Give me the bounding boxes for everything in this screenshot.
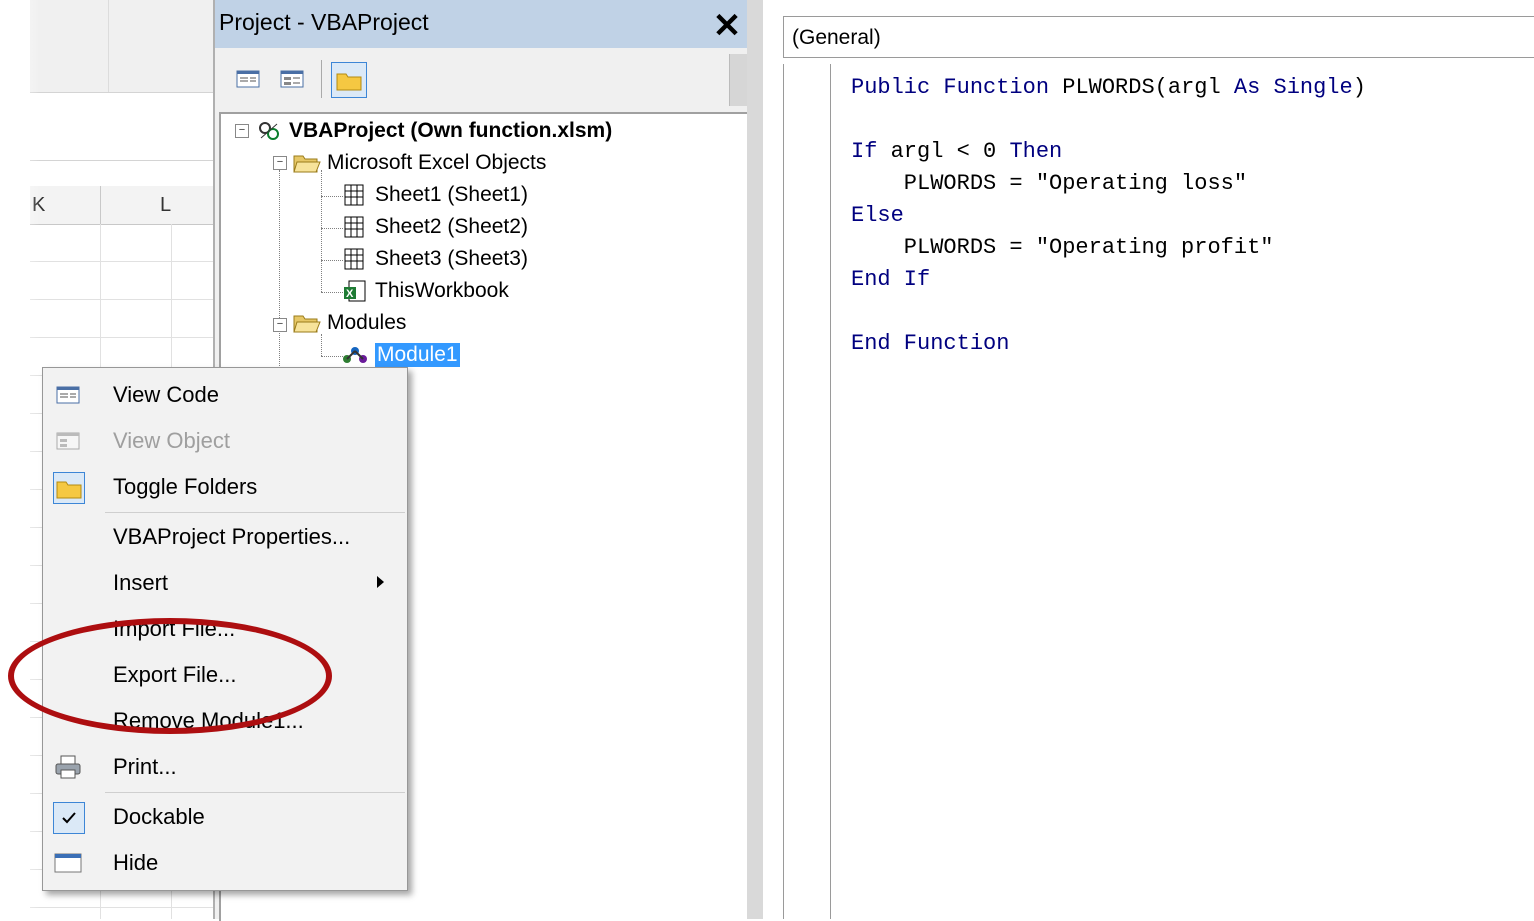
excel-formula-bar[interactable]: [30, 112, 213, 161]
menu-label: Insert: [113, 570, 169, 595]
view-object-icon: [53, 426, 83, 456]
tree-item-vbaproject[interactable]: VBAProject (Own function.xlsm): [255, 116, 612, 146]
menu-label: View Object: [113, 428, 230, 453]
window-icon: [53, 848, 83, 878]
excel-workbook-icon: X: [341, 279, 369, 303]
column-header-l[interactable]: L: [160, 194, 171, 217]
tree-label-module1: Module1: [375, 343, 460, 367]
menu-item-view-code[interactable]: View Code: [43, 373, 407, 417]
code-margin-indicator-bar[interactable]: [783, 64, 831, 919]
menu-item-view-object[interactable]: View Object: [43, 419, 407, 463]
close-icon[interactable]: ✕: [709, 7, 745, 45]
menu-item-print[interactable]: Print...: [43, 745, 407, 789]
collapse-toggle-root[interactable]: −: [235, 124, 249, 138]
toggle-folders-icon: [336, 73, 362, 91]
tree-item-module1[interactable]: Module1: [341, 340, 460, 370]
tree-label-thisworkbook: ThisWorkbook: [375, 279, 509, 302]
svg-text:X: X: [346, 288, 354, 300]
tree-label-excel-objects: Microsoft Excel Objects: [327, 151, 547, 174]
object-dropdown-value: (General): [792, 26, 881, 49]
project-explorer-title-bar[interactable]: Project - VBAProject ✕: [215, 0, 749, 48]
view-object-icon: [280, 70, 304, 88]
excel-column-headers: K L: [30, 186, 213, 225]
object-dropdown[interactable]: (General): [783, 16, 1534, 58]
open-folder-icon: [293, 311, 321, 335]
project-explorer-title: Project - VBAProject: [219, 9, 429, 35]
collapse-toggle-modules[interactable]: −: [273, 318, 287, 332]
worksheet-icon: [341, 215, 369, 239]
tree-item-sheet3[interactable]: Sheet3 (Sheet3): [341, 244, 528, 274]
code-line: End If: [851, 267, 931, 292]
tree-label-root: VBAProject (Own function.xlsm): [289, 119, 613, 142]
tree-item-modules-folder[interactable]: Modules: [293, 308, 406, 338]
code-window: (General) Public Function PLWORDS(argl A…: [747, 0, 1534, 919]
menu-label: Dockable: [113, 804, 205, 829]
code-line: End Function: [851, 331, 1010, 356]
menu-label: View Code: [113, 382, 219, 407]
printer-icon: [53, 752, 83, 782]
menu-item-hide[interactable]: Hide: [43, 841, 407, 885]
menu-item-dockable[interactable]: Dockable: [43, 795, 407, 839]
menu-label: Hide: [113, 850, 159, 875]
checkmark-icon: [53, 802, 85, 834]
tree-label-sheet3: Sheet3 (Sheet3): [375, 247, 528, 270]
menu-label: Remove Module1...: [113, 708, 304, 733]
vba-project-icon: [255, 119, 283, 143]
tree-label-modules: Modules: [327, 311, 407, 334]
tree-item-sheet2[interactable]: Sheet2 (Sheet2): [341, 212, 528, 242]
tree-label-sheet1: Sheet1 (Sheet1): [375, 183, 528, 206]
code-line: PLWORDS = "Operating profit": [851, 235, 1274, 260]
menu-label: Print...: [113, 754, 177, 779]
view-code-icon: [236, 70, 260, 88]
menu-item-export-file[interactable]: Export File...: [43, 653, 407, 697]
tree-label-sheet2: Sheet2 (Sheet2): [375, 215, 528, 238]
submenu-arrow-icon: [377, 576, 384, 588]
menu-label: VBAProject Properties...: [113, 524, 351, 549]
view-code-button[interactable]: [231, 62, 265, 96]
excel-ribbon: [30, 0, 213, 93]
project-explorer-toolbar: [215, 48, 749, 110]
menu-item-insert[interactable]: Insert: [43, 561, 407, 605]
context-menu: View Code View Object Toggle Folders VBA…: [42, 367, 408, 891]
worksheet-icon: [341, 183, 369, 207]
menu-item-vbaproject-properties[interactable]: VBAProject Properties...: [43, 515, 407, 559]
tree-item-sheet1[interactable]: Sheet1 (Sheet1): [341, 180, 528, 210]
module-icon: [341, 343, 369, 367]
code-line: Else: [851, 203, 904, 228]
menu-item-remove-module[interactable]: Remove Module1...: [43, 699, 407, 743]
collapse-toggle-excel-objects[interactable]: −: [273, 156, 287, 170]
code-line: If argl < 0 Then: [851, 139, 1063, 164]
code-line: PLWORDS = "Operating loss": [851, 171, 1248, 196]
toggle-folders-button[interactable]: [331, 62, 367, 98]
toolbar-overflow-handle[interactable]: [729, 54, 748, 106]
menu-label: Toggle Folders: [113, 474, 258, 499]
view-object-button[interactable]: [275, 62, 309, 96]
menu-label: Import File...: [113, 616, 236, 641]
tree-item-excel-objects-folder[interactable]: Microsoft Excel Objects: [293, 148, 546, 178]
tree-item-thisworkbook[interactable]: X ThisWorkbook: [341, 276, 509, 306]
view-code-icon: [53, 380, 83, 410]
menu-item-toggle-folders[interactable]: Toggle Folders: [43, 465, 407, 509]
code-line: Public Function PLWORDS(argl As Single): [851, 75, 1366, 100]
worksheet-icon: [341, 247, 369, 271]
menu-label: Export File...: [113, 662, 237, 687]
folder-icon: [53, 472, 85, 504]
menu-item-import-file[interactable]: Import File...: [43, 607, 407, 651]
open-folder-icon: [293, 151, 321, 175]
code-editor[interactable]: Public Function PLWORDS(argl As Single) …: [851, 72, 1366, 360]
